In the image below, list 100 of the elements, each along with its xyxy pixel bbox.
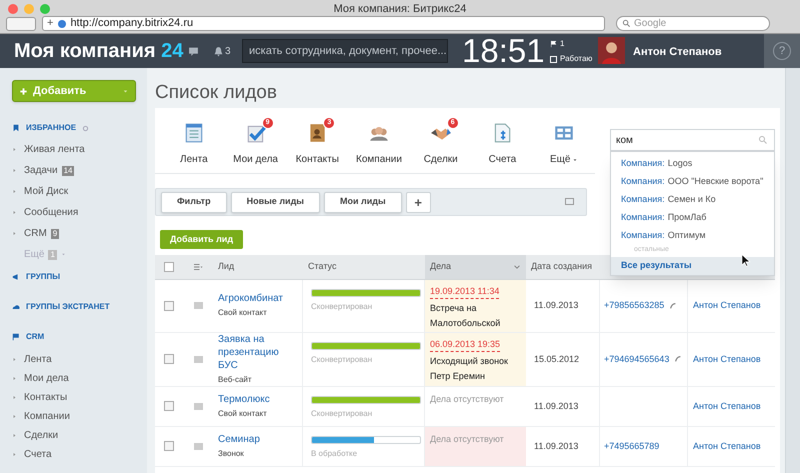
row-menu-icon[interactable] (194, 356, 202, 363)
sidebar-item[interactable]: Задачи (24, 163, 58, 178)
clock: 18:51 (462, 34, 545, 68)
owner-link[interactable]: Антон Степанов (693, 400, 761, 413)
owner-link[interactable]: Антон Степанов (693, 440, 761, 453)
checkbox[interactable] (164, 354, 174, 364)
sidebar-item[interactable]: Сообщения (24, 205, 78, 220)
sidebar-item[interactable]: CRM (24, 226, 47, 241)
sidebar-item[interactable]: Мои дела (24, 371, 69, 386)
filter-button[interactable]: Мои лиды (324, 192, 402, 212)
search-result[interactable]: Компания: ПромЛаб (611, 209, 774, 227)
row-menu-icon[interactable] (194, 442, 202, 450)
bullet-icon (12, 231, 17, 236)
minimize-button[interactable] (24, 4, 34, 14)
notification-count: 3 (225, 46, 231, 58)
bullet-icon (12, 376, 17, 381)
all-results-link[interactable]: Все результаты (611, 257, 774, 275)
user-avatar[interactable] (598, 37, 625, 64)
column-header[interactable]: Дела (425, 254, 526, 279)
user-name[interactable]: Антон Степанов (633, 44, 722, 60)
bullet-icon (12, 452, 17, 457)
menu-icon[interactable] (191, 262, 205, 272)
checkbox[interactable] (164, 262, 174, 272)
owner-link[interactable]: Антон Степанов (693, 352, 761, 366)
section-header[interactable]: ИЗБРАННОЕ (26, 122, 76, 134)
column-header[interactable]: Дата создания (526, 254, 600, 279)
sidebar-item[interactable]: Живая лента (24, 142, 85, 157)
section-header[interactable]: ГРУППЫ (26, 271, 60, 283)
lead-source: Свой контакт (218, 408, 268, 420)
toolbar-item[interactable]: Счета (472, 122, 534, 173)
sidebar-item[interactable]: Контакты (24, 390, 68, 405)
status-text: Сконвертирован (311, 408, 374, 420)
search-placeholder: Google (634, 17, 666, 31)
count-badge: 1 (48, 250, 57, 260)
close-button[interactable] (8, 4, 18, 14)
toolbar-item[interactable]: Ещё (533, 122, 596, 173)
sidebar-item[interactable]: Сделки (24, 428, 58, 443)
sidebar-item[interactable]: Счета (24, 447, 52, 462)
status-text: Сконвертирован (311, 354, 374, 366)
lead-link[interactable]: Термолюкс (218, 392, 297, 406)
lead-source: Свой контакт (218, 307, 268, 320)
search-field[interactable]: ком (610, 129, 775, 151)
window-title: Моя компания: Битрикс24 (332, 2, 468, 17)
checkbox[interactable] (164, 300, 174, 311)
caret-icon (572, 156, 578, 162)
date-cell-text: 11.09.2013 (534, 440, 578, 452)
phone-link[interactable]: +794694565643 (604, 352, 670, 366)
date-cell-text: 11.09.2013 (534, 400, 578, 412)
activity-date[interactable]: 19.09.2013 11:34 (430, 284, 500, 300)
lead-link[interactable]: Агрокомбинат (218, 292, 297, 306)
column-header[interactable]: Лид (213, 254, 303, 279)
lead-link[interactable]: Заявка на презентацию БУС (218, 332, 297, 372)
count-badge: 9 (50, 228, 60, 238)
add-filter-button[interactable]: + (406, 192, 431, 212)
status-text: В обработке (311, 448, 358, 460)
owner-link[interactable]: Антон Степанов (693, 299, 761, 312)
bullet-icon (12, 168, 17, 173)
search-result[interactable]: Компания: Семен и Ко (611, 191, 774, 209)
column-header[interactable]: Статус (303, 254, 425, 279)
bullet-icon (12, 147, 17, 152)
new-tab-button[interactable]: + (43, 15, 58, 32)
status-text: Сконвертирован (311, 300, 374, 313)
search-icon (758, 135, 768, 145)
toolbar-item[interactable]: Компании (348, 122, 410, 173)
toolbar-item[interactable]: Лента (163, 122, 225, 173)
work-status[interactable]: Работаю (550, 53, 592, 65)
sidebar-item[interactable]: Мой Диск (24, 184, 68, 199)
checkbox[interactable] (164, 401, 174, 412)
logo[interactable]: Моя компания 24 (14, 36, 184, 66)
back-forward-button[interactable] (6, 17, 36, 31)
gear-icon[interactable] (82, 124, 90, 132)
search-result[interactable]: Компания: ООО "Невские ворота" (611, 173, 774, 191)
window-icon[interactable] (565, 198, 574, 205)
search-result[interactable]: Компания: Logos (611, 155, 774, 173)
phone-link[interactable]: +79856563285 (604, 299, 664, 312)
checkbox[interactable] (164, 441, 174, 452)
phone-link[interactable]: +7495665789 (604, 440, 660, 453)
search-value: ком (615, 134, 634, 148)
search-placeholder: искать сотрудника, документ, прочее... (248, 44, 447, 59)
caret-icon (60, 252, 66, 257)
mouse-cursor (740, 254, 753, 267)
activity-date[interactable]: 06.09.2013 19:35 (430, 338, 500, 352)
bullet-icon (12, 189, 17, 194)
lead-link[interactable]: Семинар (218, 432, 297, 446)
search-result[interactable]: Компания: Оптимум (611, 227, 774, 245)
chat-icon[interactable] (188, 46, 199, 57)
sidebar-item[interactable]: Компании (24, 409, 70, 424)
filter-button[interactable]: Фильтр (161, 192, 227, 212)
row-menu-icon[interactable] (194, 302, 202, 310)
bell-icon[interactable] (213, 46, 224, 57)
section-header[interactable]: ГРУППЫ ЭКСТРАНЕТ (26, 301, 110, 313)
address-bar[interactable]: + http://company.bitrix24.ru (42, 16, 605, 31)
sidebar-item[interactable]: Лента (24, 352, 52, 367)
search-field[interactable]: искать сотрудника, документ, прочее... (242, 39, 448, 63)
bullet-icon (12, 357, 17, 362)
zoom-button[interactable] (40, 4, 50, 14)
filter-button[interactable]: Новые лиды (230, 192, 320, 212)
activity-text: Дела отсутствуют (430, 432, 505, 446)
row-menu-icon[interactable] (194, 402, 202, 410)
section-header[interactable]: CRM (26, 331, 44, 343)
